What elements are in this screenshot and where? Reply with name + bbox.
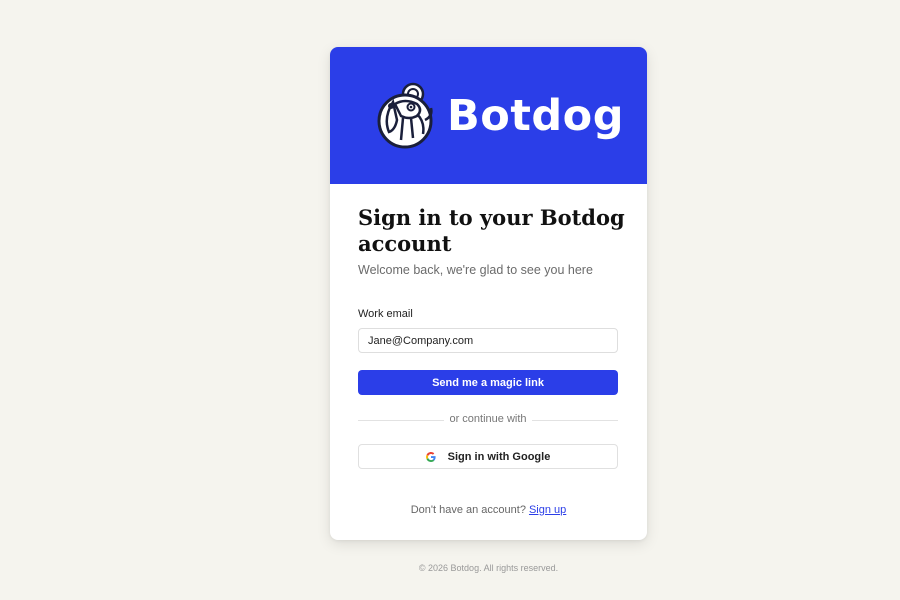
divider: or continue with (358, 412, 618, 428)
no-account-text: Don't have an account? (410, 504, 526, 516)
divider-text: or continue with (449, 413, 527, 425)
page-subtitle: Welcome back, we're glad to see you here (358, 263, 593, 277)
signin-card: Botdog Sign in to your Botdog account We… (330, 47, 647, 540)
signup-link[interactable]: Sign up (529, 504, 566, 516)
signup-prompt: Don't have an account? Sign up (330, 504, 647, 516)
email-field[interactable] (358, 328, 618, 353)
divider-line-right (532, 420, 618, 421)
email-label: Work email (358, 308, 413, 320)
brand-wordmark: Botdog (447, 91, 624, 141)
magic-link-button[interactable]: Send me a magic link (358, 370, 618, 395)
page-title: Sign in to your Botdog account (358, 205, 625, 256)
google-signin-button[interactable]: Sign in with Google (358, 444, 618, 469)
footer-copyright: © 2026 Botdog. All rights reserved. (418, 563, 559, 573)
brand-header: Botdog (330, 47, 647, 184)
google-signin-label: Sign in with Google (447, 450, 551, 463)
google-icon (425, 451, 436, 462)
dog-mascot-icon (377, 82, 433, 149)
